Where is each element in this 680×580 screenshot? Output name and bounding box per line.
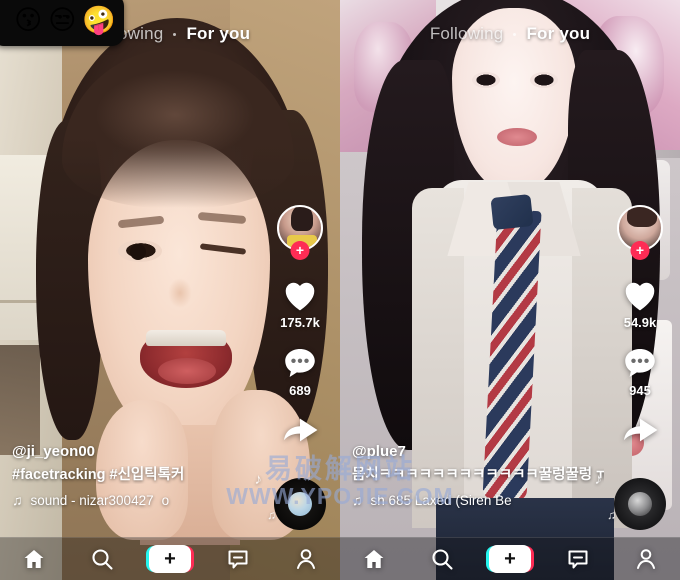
username[interactable]: @ji_yeon00 [12, 443, 264, 460]
video-description: #facetracking #신입틱톡커 [12, 466, 185, 483]
caption-right: @plue7 몸치ㅋㅋㅋㅋㅋㅋㅋㅋㅋㅋㅋㅋ꿀렁꿀렁 ㅠㅠ ♫ sh 685 La… [352, 443, 604, 508]
nav-discover-left[interactable] [76, 542, 128, 576]
music-suffix: o [161, 492, 170, 508]
top-feed-tabs-right: Following For you [340, 18, 680, 50]
music-title: sound - nizar300427 [30, 492, 154, 508]
video-panel-right[interactable]: Following For you + 54.9k 945 @plue7 몸치ㅋ… [340, 0, 680, 580]
music-disc-left[interactable] [274, 478, 326, 530]
plus-cyan-edge [146, 546, 156, 572]
zany-face-emoji[interactable]: 🤪 [82, 6, 116, 34]
nav-inbox-right[interactable] [552, 542, 604, 576]
pupil-left [130, 244, 146, 260]
nose [168, 278, 192, 308]
unamused-face-emoji[interactable]: 😒 [48, 6, 76, 34]
music-row[interactable]: ♫ sh 685 Laxed (Siren Be [352, 492, 604, 508]
nav-discover-right[interactable] [416, 542, 468, 576]
share-arrow-icon[interactable] [281, 414, 319, 446]
heart-icon[interactable] [621, 277, 659, 312]
music-disc-right[interactable] [614, 478, 666, 530]
username[interactable]: @plue7 [352, 443, 604, 460]
nav-profile-left[interactable] [280, 542, 332, 576]
necktie-knot [490, 193, 534, 231]
comment-action-left[interactable]: 689 [282, 346, 318, 398]
whistling-face-emoji[interactable]: 😗 [14, 6, 42, 34]
nav-create-right[interactable]: + [484, 542, 536, 576]
share-action-left[interactable] [281, 414, 319, 446]
tiktok-dual-feed-screenshot: Following For you 😗 😒 🤪 + 175.7k 689 @ji… [0, 0, 680, 580]
search-icon[interactable] [90, 547, 114, 571]
action-rail-right: + 54.9k 945 [610, 205, 670, 462]
like-action-right[interactable]: 54.9k [621, 277, 659, 330]
floating-music-note-1: ♪ [594, 471, 603, 488]
nav-create-left[interactable]: + [144, 542, 196, 576]
video-panel-left[interactable]: Following For you 😗 😒 🤪 + 175.7k 689 @ji… [0, 0, 340, 580]
heart-icon[interactable] [281, 277, 319, 312]
plus-red-edge [524, 546, 534, 572]
tab-for-you[interactable]: For you [526, 24, 590, 44]
comment-bubble-icon[interactable] [282, 346, 318, 380]
bottom-nav-left[interactable]: + [0, 537, 340, 580]
create-video-button[interactable]: + [486, 545, 534, 573]
person-icon[interactable] [294, 547, 318, 571]
music-row[interactable]: ♫ sound - nizar300427 o [12, 492, 264, 508]
create-video-button[interactable]: + [146, 545, 194, 573]
follow-plus-badge[interactable]: + [630, 241, 650, 260]
disc-center-art [628, 492, 652, 516]
tongue [158, 358, 216, 384]
avatar-with-follow-right[interactable]: + [617, 205, 663, 260]
floating-music-note-1: ♪ [254, 471, 263, 488]
message-bubble-icon[interactable] [566, 547, 590, 571]
hair-highlight [95, 70, 255, 160]
plus-icon[interactable]: + [504, 549, 516, 569]
share-action-right[interactable] [621, 414, 659, 446]
music-note-icon: ♫ [352, 492, 363, 508]
eye-left [472, 72, 500, 88]
music-title: sh 685 Laxed (Siren Be [370, 492, 512, 508]
bottom-nav-right[interactable]: + [340, 537, 680, 580]
caption-left: @ji_yeon00 #facetracking #신입틱톡커 ♫ sound … [12, 443, 264, 508]
search-icon[interactable] [430, 547, 454, 571]
home-icon[interactable] [22, 547, 46, 571]
message-bubble-icon[interactable] [226, 547, 250, 571]
like-count: 175.7k [280, 315, 320, 330]
disc-center-art [288, 492, 312, 516]
like-count: 54.9k [623, 315, 657, 330]
tab-following[interactable]: Following [430, 24, 504, 44]
action-rail-left: + 175.7k 689 [270, 205, 330, 462]
emoji-reaction-overlay[interactable]: 😗 😒 🤪 [0, 0, 124, 46]
nav-profile-right[interactable] [620, 542, 672, 576]
teeth [146, 330, 226, 346]
lips [497, 128, 537, 146]
nav-home-left[interactable] [8, 542, 60, 576]
eye-right [530, 72, 558, 88]
nav-home-right[interactable] [348, 542, 400, 576]
tab-for-you[interactable]: For you [186, 24, 250, 44]
nav-inbox-left[interactable] [212, 542, 264, 576]
like-action-left[interactable]: 175.7k [280, 277, 320, 330]
comment-action-right[interactable]: 945 [622, 346, 658, 398]
home-icon[interactable] [362, 547, 386, 571]
plus-cyan-edge [486, 546, 496, 572]
video-description: 몸치ㅋㅋㅋㅋㅋㅋㅋㅋㅋㅋㅋㅋ꿀렁꿀렁 ㅠㅠ [352, 466, 604, 483]
tab-separator-dot [173, 32, 177, 36]
plus-icon[interactable]: + [164, 549, 176, 569]
tab-separator-dot [513, 32, 517, 36]
comment-count: 945 [629, 383, 651, 398]
plus-red-edge [184, 546, 194, 572]
dark-doorway [0, 345, 40, 455]
comment-count: 689 [289, 383, 311, 398]
comment-bubble-icon[interactable] [622, 346, 658, 380]
avatar-with-follow-left[interactable]: + [277, 205, 323, 260]
music-note-icon: ♫ [12, 492, 23, 508]
follow-plus-badge[interactable]: + [290, 241, 310, 260]
person-icon[interactable] [634, 547, 658, 571]
share-arrow-icon[interactable] [621, 414, 659, 446]
